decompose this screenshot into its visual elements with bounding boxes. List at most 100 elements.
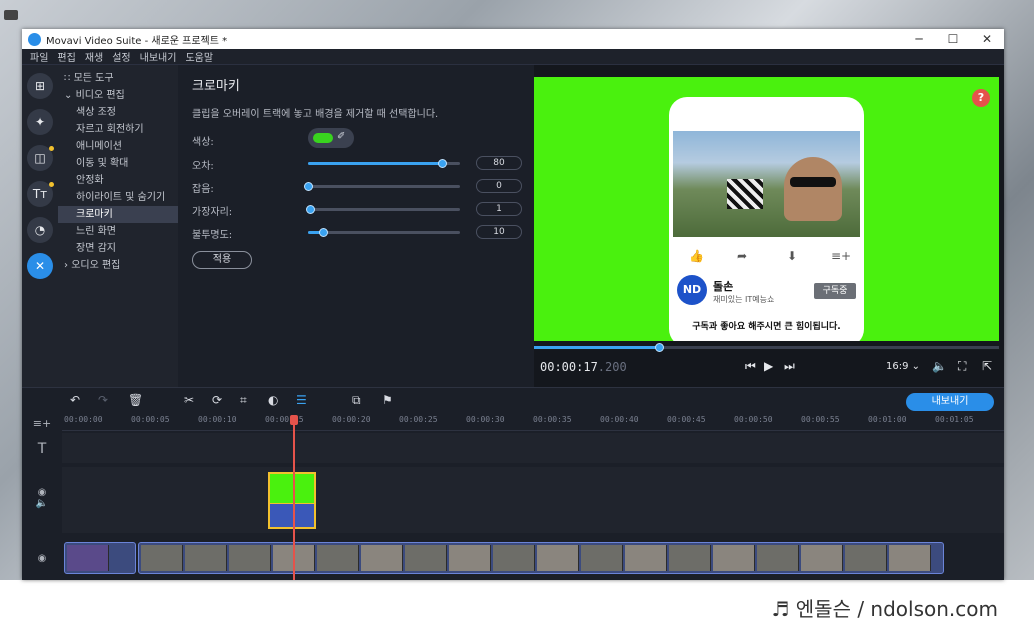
next-frame-icon[interactable]: ⏭ — [784, 359, 795, 374]
previous-frame-icon[interactable]: ⏮ — [745, 359, 756, 374]
magic-icon[interactable]: ✦ — [27, 109, 53, 135]
preview-seek-bar[interactable] — [534, 343, 999, 352]
timecode: 00:00:17.200 — [540, 360, 627, 374]
crop-icon[interactable]: ⌗ — [240, 393, 247, 408]
fullscreen-icon[interactable]: ⛶ — [958, 359, 966, 374]
overlay-icon[interactable]: ⧉ — [352, 393, 361, 408]
clip-thumbnail — [67, 545, 109, 571]
tools-list-item[interactable]: 하이라이트 및 숨기기 — [58, 189, 178, 206]
tools-list-item[interactable]: › 오디오 편집 — [58, 257, 178, 274]
tools-list-item[interactable]: 애니메이션 — [58, 138, 178, 155]
add-track-icon[interactable]: ≡+ — [22, 417, 62, 430]
play-icon[interactable]: ▶ — [764, 359, 773, 373]
menu-export[interactable]: 내보내기 — [140, 49, 177, 64]
tools-list-item[interactable]: 안정화 — [58, 172, 178, 189]
menu-help[interactable]: 도움말 — [185, 49, 213, 64]
menu-edit[interactable]: 편집 — [57, 49, 75, 64]
minimize-button[interactable]: ─ — [902, 32, 936, 46]
slider-knob[interactable] — [304, 182, 313, 191]
video-clip[interactable] — [138, 542, 944, 574]
apply-button[interactable]: 적용 — [192, 251, 252, 269]
tools-list-item[interactable]: 색상 조정 — [58, 104, 178, 121]
tools-icon[interactable]: ✕ — [27, 253, 53, 279]
undo-icon[interactable]: ↶ — [70, 393, 80, 407]
cut-icon[interactable]: ✂ — [184, 393, 194, 407]
channel-logo: ND — [677, 275, 707, 305]
slider-knob[interactable] — [305, 205, 315, 214]
menu-play[interactable]: 재생 — [85, 49, 103, 64]
edges-value[interactable]: 1 — [476, 202, 522, 216]
slider-knob[interactable] — [319, 228, 329, 237]
video-clip[interactable] — [64, 542, 136, 574]
tools-list-item[interactable]: ∷ 모든 도구 — [58, 70, 178, 87]
clip-thumbnail — [493, 545, 535, 571]
menu-file[interactable]: 파일 — [30, 49, 48, 64]
opacity-slider[interactable] — [308, 228, 460, 237]
overlay-track-controls[interactable]: ◉ 🔈 — [22, 487, 62, 509]
redo-icon[interactable]: ↷ — [98, 393, 108, 407]
tools-list-item[interactable]: 느린 화면 — [58, 223, 178, 240]
edges-label: 가장자리: — [192, 207, 233, 218]
preview-panel: 👍 ➦ ⬇ ≡+ ND 돌손 재미있는 IT예능쇼 구독중 구독과 좋아요 해주… — [534, 65, 1004, 387]
maximize-button[interactable]: ☐ — [936, 32, 970, 46]
tick-label: 00:00:00 — [64, 415, 103, 424]
color-picker[interactable]: ✐ — [308, 128, 354, 148]
help-icon[interactable]: ? — [972, 89, 990, 107]
opacity-value[interactable]: 10 — [476, 225, 522, 239]
title-bar: Movavi Video Suite - 새로운 프로젝트 * ─ ☐ ✕ — [22, 29, 1004, 49]
tolerance-slider[interactable] — [308, 159, 460, 168]
close-button[interactable]: ✕ — [970, 32, 1004, 46]
opacity-label: 불투명도: — [192, 230, 233, 241]
tools-list-item[interactable]: 자르고 회전하기 — [58, 121, 178, 138]
phone-caption: 구독과 좋아요 해주시면 큰 힘이됩니다. — [692, 322, 841, 332]
overlay-track[interactable] — [62, 467, 1004, 533]
playlist-add-icon: ≡+ — [831, 249, 852, 263]
tools-list-item[interactable]: ⌄ 비디오 편집 — [58, 87, 178, 104]
tools-list-item[interactable]: 장면 감지 — [58, 240, 178, 257]
menu-settings[interactable]: 설정 — [112, 49, 130, 64]
timeline-toolbar: ↶ ↷ 🗑 ✂ ⟳ ⌗ ◐ ☰ ⧉ ⚑ 내보내기 — [22, 387, 1004, 413]
filter-icon[interactable]: ◫ — [27, 145, 54, 171]
import-icon[interactable]: ⊞ — [27, 73, 53, 99]
clip-thumbnail — [889, 545, 931, 571]
export-button[interactable]: 내보내기 — [906, 393, 994, 411]
tick-label: 00:00:20 — [332, 415, 371, 424]
aspect-ratio-select[interactable]: 16:9 ⌄ — [886, 361, 920, 372]
seek-knob[interactable] — [654, 343, 664, 352]
eyedropper-icon[interactable]: ✐ — [337, 131, 345, 142]
edges-slider[interactable] — [305, 205, 460, 214]
tools-list-item[interactable]: 이동 및 확대 — [58, 155, 178, 172]
clip-thumbnail — [845, 545, 887, 571]
clip-thumbnail — [449, 545, 491, 571]
noise-value[interactable]: 0 — [476, 179, 522, 193]
preview-canvas[interactable]: 👍 ➦ ⬇ ≡+ ND 돌손 재미있는 IT예능쇼 구독중 구독과 좋아요 해주… — [534, 77, 999, 341]
clip-thumbnail — [361, 545, 403, 571]
chroma-clip-audio[interactable] — [268, 503, 316, 529]
chroma-clip[interactable] — [268, 472, 316, 503]
clip-thumbnail — [405, 545, 447, 571]
rotate-icon[interactable]: ⟳ — [212, 393, 222, 407]
titles-icon[interactable]: Tт — [27, 181, 54, 207]
text-track[interactable] — [62, 433, 1004, 463]
main-track-controls[interactable]: ◉ — [22, 553, 62, 564]
transition-icon[interactable]: ◔ — [27, 217, 53, 243]
desktop-icon[interactable] — [4, 10, 18, 20]
color-adjust-icon[interactable]: ◐ — [268, 393, 278, 407]
volume-icon[interactable]: 🔈 — [932, 359, 947, 373]
color-row: 색상: ✐ — [192, 128, 512, 148]
timeline-ruler[interactable]: 00:00:00 00:00:05 00:00:10 00:00:15 00:0… — [62, 413, 1004, 431]
delete-icon[interactable]: 🗑 — [128, 393, 143, 407]
clip-properties-icon[interactable]: ☰ — [296, 393, 307, 407]
tolerance-value[interactable]: 80 — [476, 156, 522, 170]
marker-icon[interactable]: ⚑ — [382, 393, 393, 407]
tick-label: 00:00:40 — [600, 415, 639, 424]
channel-subtitle: 재미있는 IT예능쇼 — [713, 295, 775, 304]
color-swatch — [313, 133, 333, 143]
noise-slider[interactable] — [304, 182, 460, 191]
slider-knob[interactable] — [437, 159, 447, 168]
tools-list-item-chroma[interactable]: 크로마키 — [58, 206, 178, 223]
clip-thumbnail — [185, 545, 227, 571]
tick-label: 00:00:35 — [533, 415, 572, 424]
playhead[interactable] — [293, 415, 295, 580]
popout-icon[interactable]: ⇱ — [982, 359, 992, 373]
